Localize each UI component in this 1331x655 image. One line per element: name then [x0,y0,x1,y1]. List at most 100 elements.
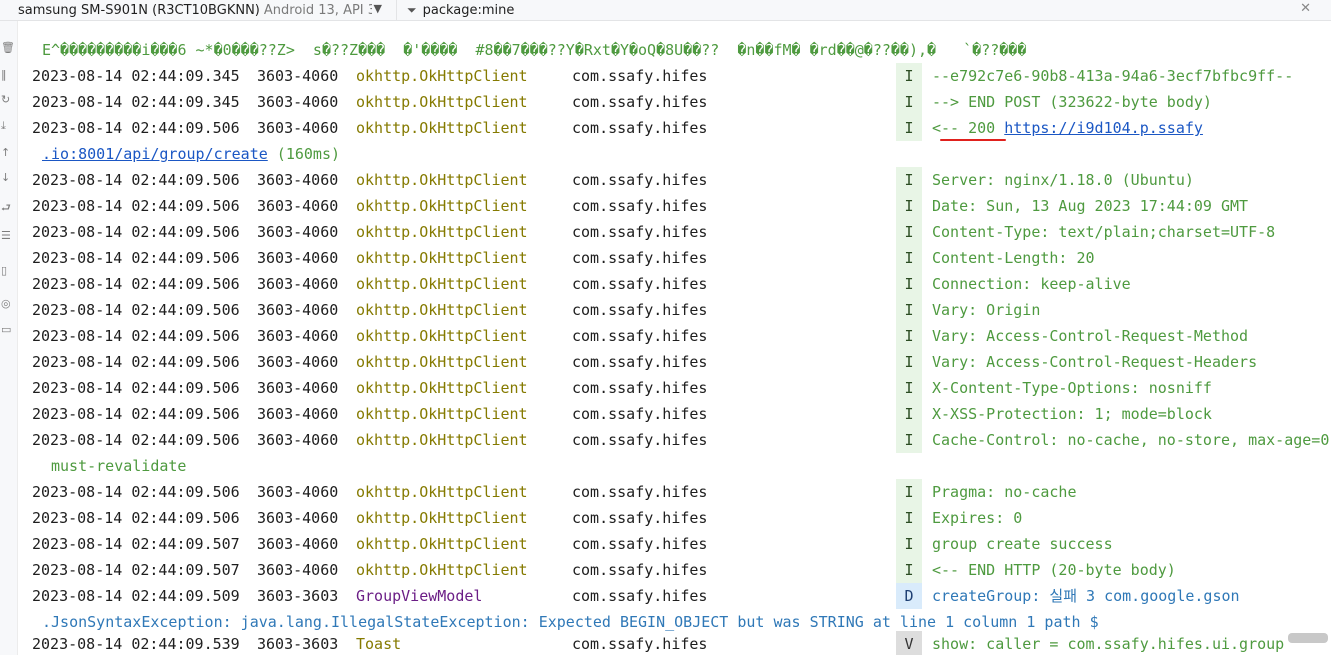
trash-icon[interactable]: 🗑 [1,41,15,54]
log-tag: okhttp.OkHttpClient [356,483,528,501]
up-icon[interactable]: ↑ [1,146,10,159]
log-pid: 3603-4060 [257,561,339,579]
log-pid: 3603-4060 [257,67,339,85]
log-timestamp: 2023-08-14 02:44:09.506 [32,249,240,267]
log-level: I [896,219,922,245]
log-message: --e792c7e6-90b8-413a-94a6-3ecf7bfbc9ff-- [932,67,1294,85]
log-level: I [896,89,922,115]
log-level: I [896,531,922,557]
log-package: com.ssafy.hifes [572,561,708,579]
log-row: 2023-08-14 02:44:09.506 3603-4060 okhttp.O… [18,245,1331,271]
log-level: I [896,323,922,349]
log-message: Server: nginx/1.18.0 (Ubuntu) [932,171,1194,189]
log-package: com.ssafy.hifes [572,223,708,241]
record-icon[interactable]: ▭ [1,323,11,336]
log-level: I [896,167,922,193]
log-tag: okhttp.OkHttpClient [356,119,528,137]
filter-field[interactable]: ⏷ package:mine ✕ [396,0,1317,20]
log-tag: okhttp.OkHttpClient [356,67,528,85]
format-icon[interactable]: ☰ [1,229,11,242]
log-tag: okhttp.OkHttpClient [356,379,528,397]
logcat-side-toolbar: 🗑 ‖ ↻ ⤓ ↑ ↓ ⮐ ☰ ▯ ◎ ▭ [0,21,18,655]
log-tag: okhttp.OkHttpClient [356,405,528,423]
log-pid: 3603-4060 [257,171,339,189]
log-pid: 3603-4060 [257,353,339,371]
log-timestamp: 2023-08-14 02:44:09.506 [32,483,240,501]
log-package: com.ssafy.hifes [572,301,708,319]
log-level: I [896,557,922,583]
url-link[interactable]: https://i9d104.p.ssafy [1004,119,1203,137]
log-message: Vary: Access-Control-Request-Headers [932,353,1258,371]
logcat-toolbar: samsung SM-S901N (R3CT10BGKNN) Android 1… [0,0,1331,21]
log-row-partial: 2023-08-14 02:44:09.539 3603-3603 Toast … [18,631,1331,655]
log-tag: okhttp.OkHttpClient [356,535,528,553]
log-timestamp: 2023-08-14 02:44:09.345 [32,93,240,111]
screenshot-icon[interactable]: ◎ [1,297,11,310]
clear-filter-icon[interactable]: ✕ [1300,1,1311,16]
log-message: --> END POST (323622-byte body) [932,93,1212,111]
log-tag: okhttp.OkHttpClient [356,301,528,319]
log-pid: 3603-4060 [257,275,339,293]
log-level: I [896,193,922,219]
split-icon[interactable]: ▯ [1,264,7,277]
log-tag: okhttp.OkHttpClient [356,327,528,345]
horizontal-scrollbar[interactable] [1288,633,1328,643]
log-message: createGroup: 실패 3 com.google.gson [932,587,1240,605]
log-timestamp: 2023-08-14 02:44:09.507 [32,535,240,553]
pause-icon[interactable]: ‖ [1,68,7,81]
log-pid: 3603-4060 [257,535,339,553]
log-row: 2023-08-14 02:44:09.506 3603-4060 okhttp.O… [18,271,1331,297]
log-timestamp: 2023-08-14 02:44:09.506 [32,405,240,423]
log-message: Content-Type: text/plain;charset=UTF-8 [932,223,1276,241]
log-level: D [896,583,922,609]
log-row: 2023-08-14 02:44:09.506 3603-4060 okhttp.O… [18,323,1331,349]
log-level: I [896,427,922,453]
log-package: com.ssafy.hifes [572,275,708,293]
log-message: Content-Length: 20 [932,249,1095,267]
log-package: com.ssafy.hifes [572,509,708,527]
log-package: com.ssafy.hifes [572,119,708,137]
log-level: I [896,63,922,89]
down-icon[interactable]: ↓ [1,171,10,184]
log-level: I [896,375,922,401]
log-pid: 3603-4060 [257,483,339,501]
log-pid: 3603-4060 [257,405,339,423]
log-message: <-- 200 https://i9d104.p.ssafy [932,119,1203,137]
url-timing: (160ms) [267,145,341,163]
log-tag: okhttp.OkHttpClient [356,171,528,189]
device-name: samsung SM-S901N (R3CT10BGKNN) [18,2,260,18]
log-level: I [896,349,922,375]
log-pid: 3603-4060 [257,119,339,137]
log-row: 2023-08-14 02:44:09.506 3603-4060 okhttp.O… [18,479,1331,505]
log-row: 2023-08-14 02:44:09.506 3603-4060 okhttp.O… [18,505,1331,531]
log-timestamp: 2023-08-14 02:44:09.506 [32,379,240,397]
restart-icon[interactable]: ↻ [1,93,10,106]
log-pid: 3603-4060 [257,431,339,449]
log-timestamp: 2023-08-14 02:44:09.506 [32,509,240,527]
log-timestamp: 2023-08-14 02:44:09.506 [32,197,240,215]
log-package: com.ssafy.hifes [572,327,708,345]
log-pid: 3603-4060 [257,197,339,215]
annotation-underline [940,139,1006,141]
log-pid: 3603-4060 [257,327,339,345]
log-package: com.ssafy.hifes [572,249,708,267]
log-package: com.ssafy.hifes [572,587,708,605]
soft-wrap-icon[interactable]: ⮐ [1,199,11,218]
log-package: com.ssafy.hifes [572,353,708,371]
log-continuation-cache: must-revalidate [51,457,187,475]
log-row: 2023-08-14 02:44:09.506 3603-4060 okhttp.O… [18,297,1331,323]
scroll-end-icon[interactable]: ⤓ [1,119,6,133]
url-link-tail[interactable]: .io:8001/api/group/create [42,145,268,163]
log-message: Pragma: no-cache [932,483,1077,501]
log-row: 2023-08-14 02:44:09.506 3603-4060 okhttp.O… [18,349,1331,375]
filter-query: package:mine [422,2,515,18]
log-row: 2023-08-14 02:44:09.506 3603-4060 okhttp.O… [18,193,1331,219]
device-selector[interactable]: samsung SM-S901N (R3CT10BGKNN) Android 1… [0,0,388,20]
device-api: Android 13, API 33 [263,2,372,18]
log-package: com.ssafy.hifes [572,405,708,423]
log-row: 2023-08-14 02:44:09.506 3603-4060 okhttp.O… [18,167,1331,193]
log-level: I [896,401,922,427]
log-continuation-url: .io:8001/api/group/create (160ms) [18,141,1331,167]
log-pid: 3603-4060 [257,93,339,111]
log-tag: okhttp.OkHttpClient [356,93,528,111]
